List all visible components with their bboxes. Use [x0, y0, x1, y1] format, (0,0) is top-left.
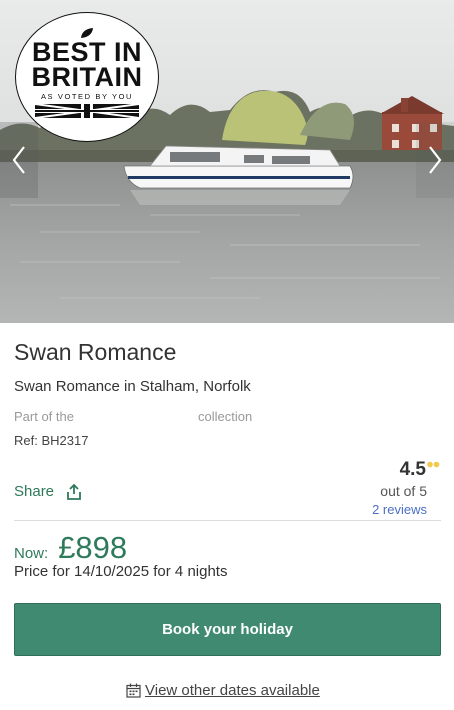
now-label: Now: [14, 545, 49, 562]
rating-summary: 4.5 out of 5 2 reviews [320, 459, 440, 517]
rating-dots-icon [427, 461, 440, 468]
listing-location: Swan Romance in Stalham, Norfolk [14, 378, 251, 395]
share-button[interactable]: Share [14, 483, 81, 500]
price-value: £898 [58, 530, 128, 565]
best-in-britain-badge: BEST IN BRITAIN AS VOTED BY YOU [15, 12, 159, 142]
calendar-icon [126, 683, 141, 698]
badge-subtitle: AS VOTED BY YOU [40, 92, 134, 101]
share-upload-icon [67, 483, 81, 500]
collection-label: collection [198, 409, 253, 424]
hero-image: BEST IN BRITAIN AS VOTED BY YOU [0, 0, 454, 323]
badge-line2: BRITAIN [31, 62, 143, 92]
price-description: Price for 14/10/2025 for 4 nights [14, 563, 228, 580]
rating-scale: out of 5 [380, 483, 427, 499]
view-other-dates-link[interactable]: View other dates available [126, 682, 320, 699]
carousel-next-button[interactable] [416, 122, 454, 198]
price-row: Now: £898 [14, 530, 127, 566]
union-flag-icon [35, 104, 139, 118]
carousel-prev-button[interactable] [0, 122, 38, 198]
share-label: Share [14, 483, 55, 500]
reference-number: Ref: BH2317 [14, 433, 89, 448]
view-other-dates-label: View other dates available [145, 682, 320, 699]
part-of-label: Part of the [14, 409, 74, 424]
divider [14, 520, 441, 521]
reviews-link[interactable]: 2 reviews [320, 502, 427, 517]
chevron-left-icon [12, 146, 25, 174]
book-holiday-button[interactable]: Book your holiday [14, 603, 441, 656]
rating-value: 4.5 [399, 459, 426, 480]
listing-title: Swan Romance [14, 339, 177, 365]
chevron-right-icon [429, 146, 442, 174]
